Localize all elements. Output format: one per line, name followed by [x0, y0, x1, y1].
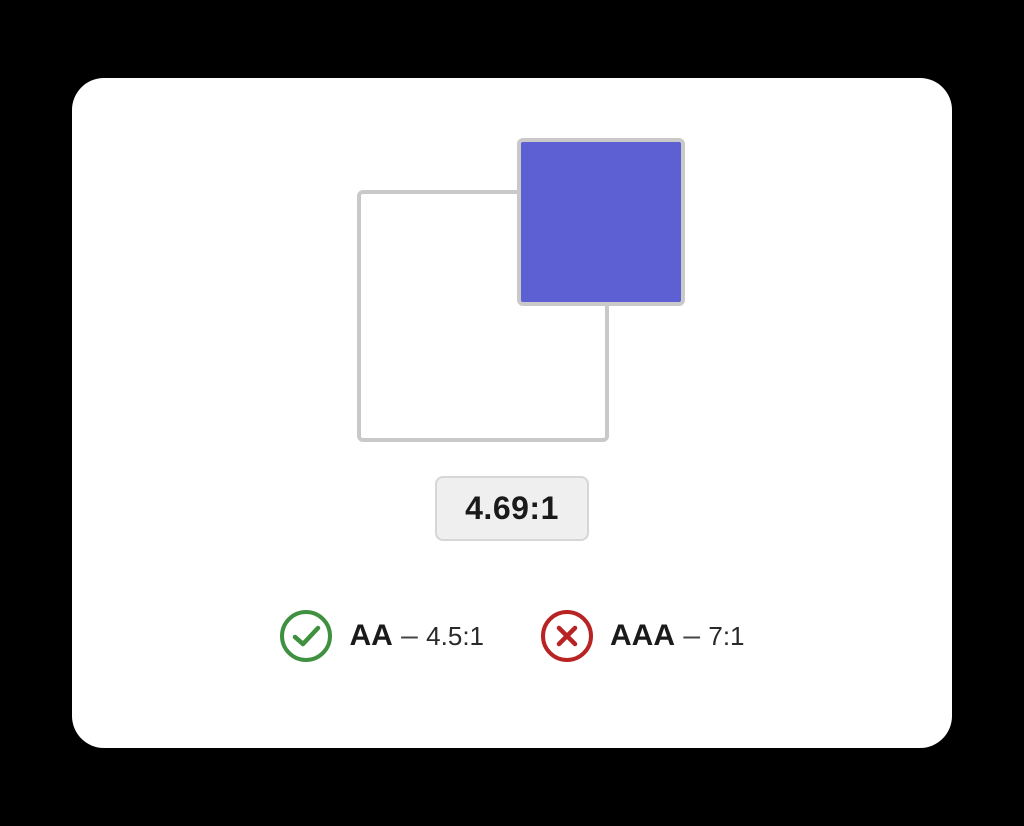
aaa-level-label: AAA [610, 619, 675, 652]
compliance-row: AA – 4.5:1 AAA – 7:1 [279, 609, 744, 663]
aa-separator: – [393, 619, 426, 652]
aa-compliance-text: AA – 4.5:1 [349, 619, 484, 653]
color-swatch-preview [357, 138, 687, 448]
aaa-separator: – [675, 619, 708, 652]
aa-requirement: 4.5:1 [426, 621, 484, 651]
aa-level-label: AA [349, 619, 392, 652]
aaa-compliance-item: AAA – 7:1 [540, 609, 745, 663]
contrast-ratio-value: 4.69:1 [435, 476, 589, 541]
x-icon [540, 609, 594, 663]
aaa-requirement: 7:1 [708, 621, 744, 651]
foreground-color-swatch [517, 138, 685, 306]
aa-compliance-item: AA – 4.5:1 [279, 609, 484, 663]
contrast-card: 4.69:1 AA – 4.5:1 AAA – 7:1 [72, 78, 952, 748]
check-icon [279, 609, 333, 663]
aaa-compliance-text: AAA – 7:1 [610, 619, 745, 653]
